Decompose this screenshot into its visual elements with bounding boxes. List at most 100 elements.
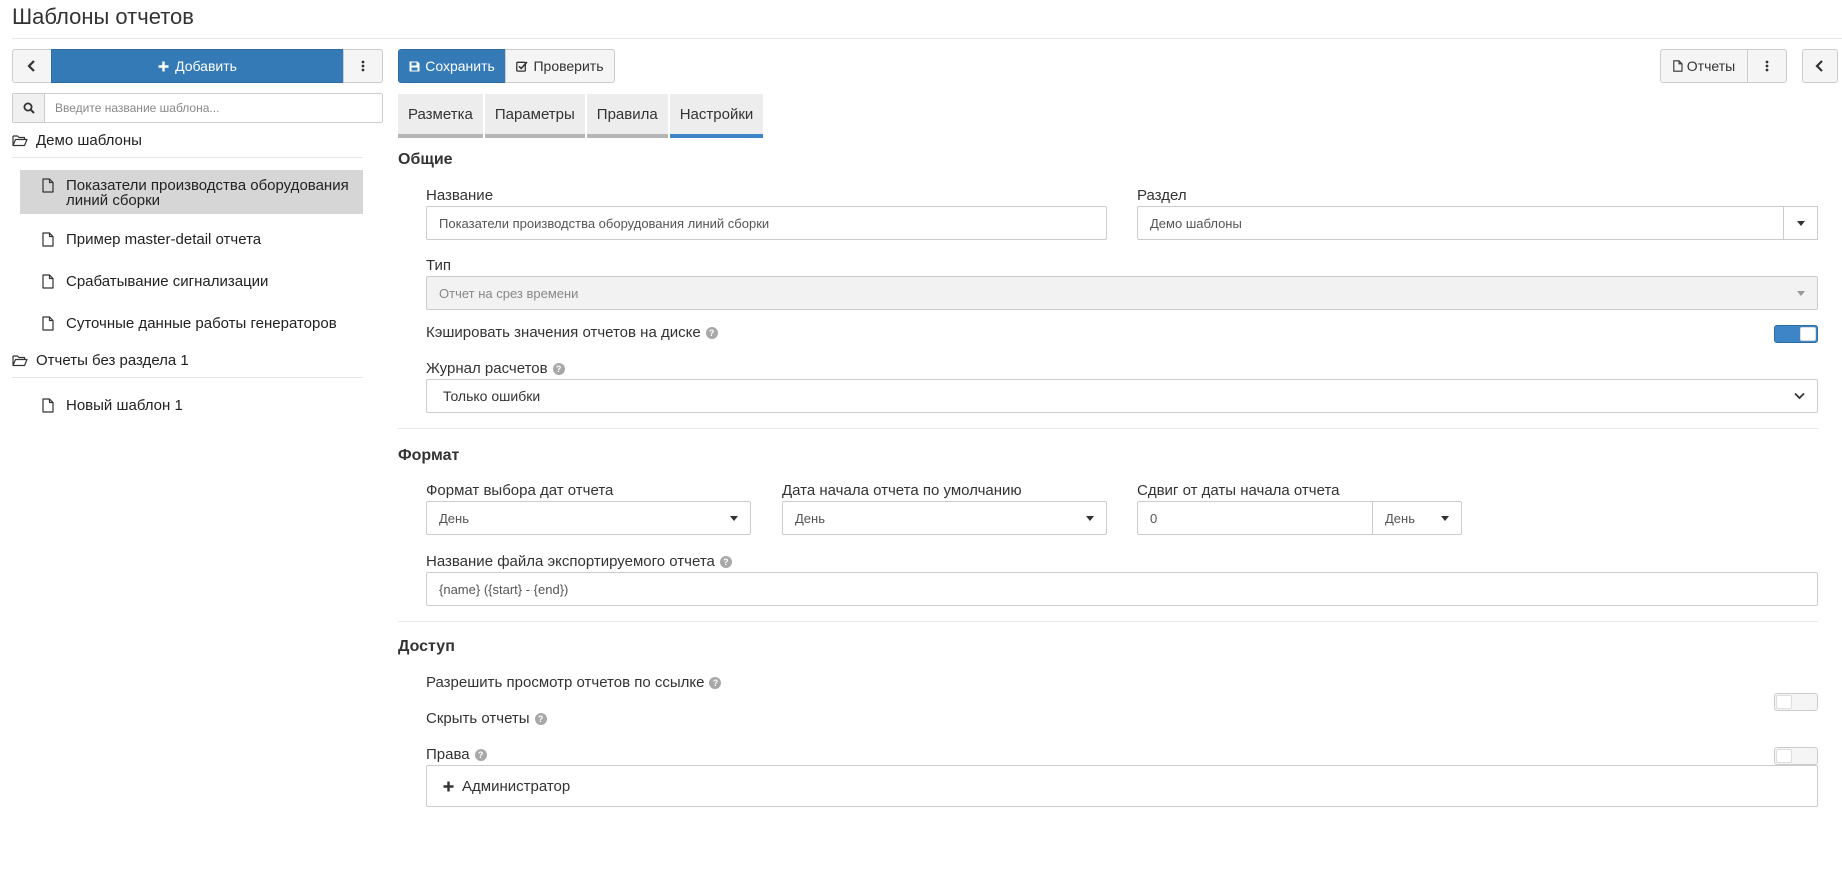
add-button-label: Добавить [175,58,237,74]
hide-reports-toggle[interactable] [1774,747,1818,765]
tree-item-alarms[interactable]: Срабатывание сигнализации [20,266,363,298]
reports-more-button[interactable] [1747,49,1787,83]
reports-button-label: Отчеты [1686,58,1736,74]
page-title: Шаблоны отчетов [12,4,194,29]
file-icon [42,316,54,334]
check-button[interactable]: Проверить [505,49,615,83]
folder-label: Демо шаблоны [36,132,142,149]
hide-reports-label-text: Скрыть отчеты [426,710,530,727]
add-button[interactable]: Добавить [51,49,344,83]
cache-label-text: Кэшировать значения отчетов на диске [426,324,701,341]
tree-item-label: Пример master-detail отчета [66,231,262,248]
tree-item-label: Суточные данные работы генераторов [66,315,337,332]
divider [398,428,1818,429]
cache-toggle[interactable] [1774,325,1818,343]
start-default-value: День [795,510,825,526]
right-toolbar: Отчеты [1660,49,1787,83]
section-general-title: Общие [398,151,453,168]
file-icon [42,178,54,196]
start-default-label: Дата начала отчета по умолчанию [782,482,1022,499]
filename-label-text: Название файла экспортируемого отчета [426,553,715,570]
file-icon [42,232,54,250]
tree-item-label: Новый шаблон 1 [66,397,183,414]
start-default-select[interactable]: День [782,501,1107,535]
caret-down-icon [1797,290,1805,296]
help-icon[interactable]: ? [719,555,732,568]
help-icon[interactable]: ? [709,676,722,689]
section-select-toggle[interactable] [1784,206,1818,240]
section-format-title: Формат [398,447,460,464]
link-view-toggle[interactable] [1774,693,1818,711]
shift-unit-value: День [1385,510,1415,526]
shift-unit-select[interactable]: День [1372,501,1462,535]
collapse-panel-button[interactable] [1802,49,1838,83]
tab-parameters[interactable]: Параметры [484,94,585,138]
tree-item-generators[interactable]: Суточные данные работы генераторов [20,308,363,340]
chevron-down-icon [1794,392,1805,400]
name-input[interactable]: Показатели производства оборудования лин… [426,206,1107,240]
type-select-value: Отчет на срез времени [439,285,579,301]
checkbox-icon [516,60,529,72]
type-label-text: Тип [426,257,452,274]
type-select: Отчет на срез времени [426,276,1818,310]
check-button-label: Проверить [533,58,604,74]
folder-open-icon [12,134,28,147]
save-button[interactable]: Сохранить [398,49,506,83]
type-label: Тип [426,257,451,274]
filename-label: Название файла экспортируемого отчета ? [426,553,732,570]
filename-input[interactable]: {name} ({start} - {end}) [426,572,1818,606]
reports-button[interactable]: Отчеты [1660,49,1748,83]
editor-tabs: Разметка Параметры Правила Настройки [398,94,764,138]
admin-role-label: Администратор [462,777,571,795]
folder-demo[interactable]: Демо шаблоны [12,128,363,158]
date-format-select[interactable]: День [426,501,751,535]
folder-no-section[interactable]: Отчеты без раздела 1 [12,348,363,378]
plus-icon [443,781,454,791]
folder-open-icon [12,354,28,367]
shift-label-text: Сдвиг от даты начала отчета [1137,482,1340,499]
back-button[interactable] [12,49,52,83]
shift-label: Сдвиг от даты начала отчета [1137,482,1340,499]
section-access-title: Доступ [398,638,455,655]
caret-down-icon [1086,515,1094,521]
search-icon [23,102,35,114]
help-icon[interactable]: ? [705,326,718,339]
tree-item-production[interactable]: Показатели производства оборудования лин… [20,170,363,214]
tab-settings[interactable]: Настройки [669,94,764,138]
left-more-button[interactable] [343,49,383,83]
tree-item-label: Показатели производства оборудования лин… [66,177,349,209]
tree-item-master-detail[interactable]: Пример master-detail отчета [20,224,363,256]
name-label: Название [426,187,493,204]
rights-label-text: Права [426,746,470,763]
calc-log-select[interactable]: Только ошибки [426,379,1818,413]
section-select[interactable]: Демо шаблоны [1137,206,1818,240]
search-addon [13,94,45,122]
tab-markup[interactable]: Разметка [398,94,483,138]
template-tree: Демо шаблоны Показатели производства обо… [12,128,363,422]
search-input[interactable] [45,94,382,122]
file-icon [42,274,54,292]
floppy-icon [409,61,420,71]
help-icon[interactable]: ? [552,362,565,375]
divider [398,621,1818,622]
cache-label: Кэшировать значения отчетов на диске ? [426,324,718,341]
chevron-left-icon [27,60,35,72]
shift-group: 0 День [1137,501,1462,535]
shift-input[interactable]: 0 [1137,501,1373,535]
help-icon[interactable]: ? [474,748,487,761]
rights-label: Права ? [426,746,487,763]
name-label-text: Название [426,187,494,204]
save-button-label: Сохранить [425,58,495,74]
calc-log-select-value: Только ошибки [443,388,541,404]
chevron-left-icon [1815,60,1823,72]
toggle-knob [1776,749,1792,763]
folder-label: Отчеты без раздела 1 [36,352,189,369]
tree-item-new-template[interactable]: Новый шаблон 1 [20,390,363,422]
help-icon[interactable]: ? [534,712,547,725]
tab-rules[interactable]: Правила [586,94,668,138]
toggle-knob [1800,327,1816,341]
date-format-label: Формат выбора дат отчета [426,482,613,499]
left-toolbar: Добавить [12,49,383,83]
hide-reports-label: Скрыть отчеты ? [426,710,547,727]
add-admin-role[interactable]: Администратор [443,778,570,795]
